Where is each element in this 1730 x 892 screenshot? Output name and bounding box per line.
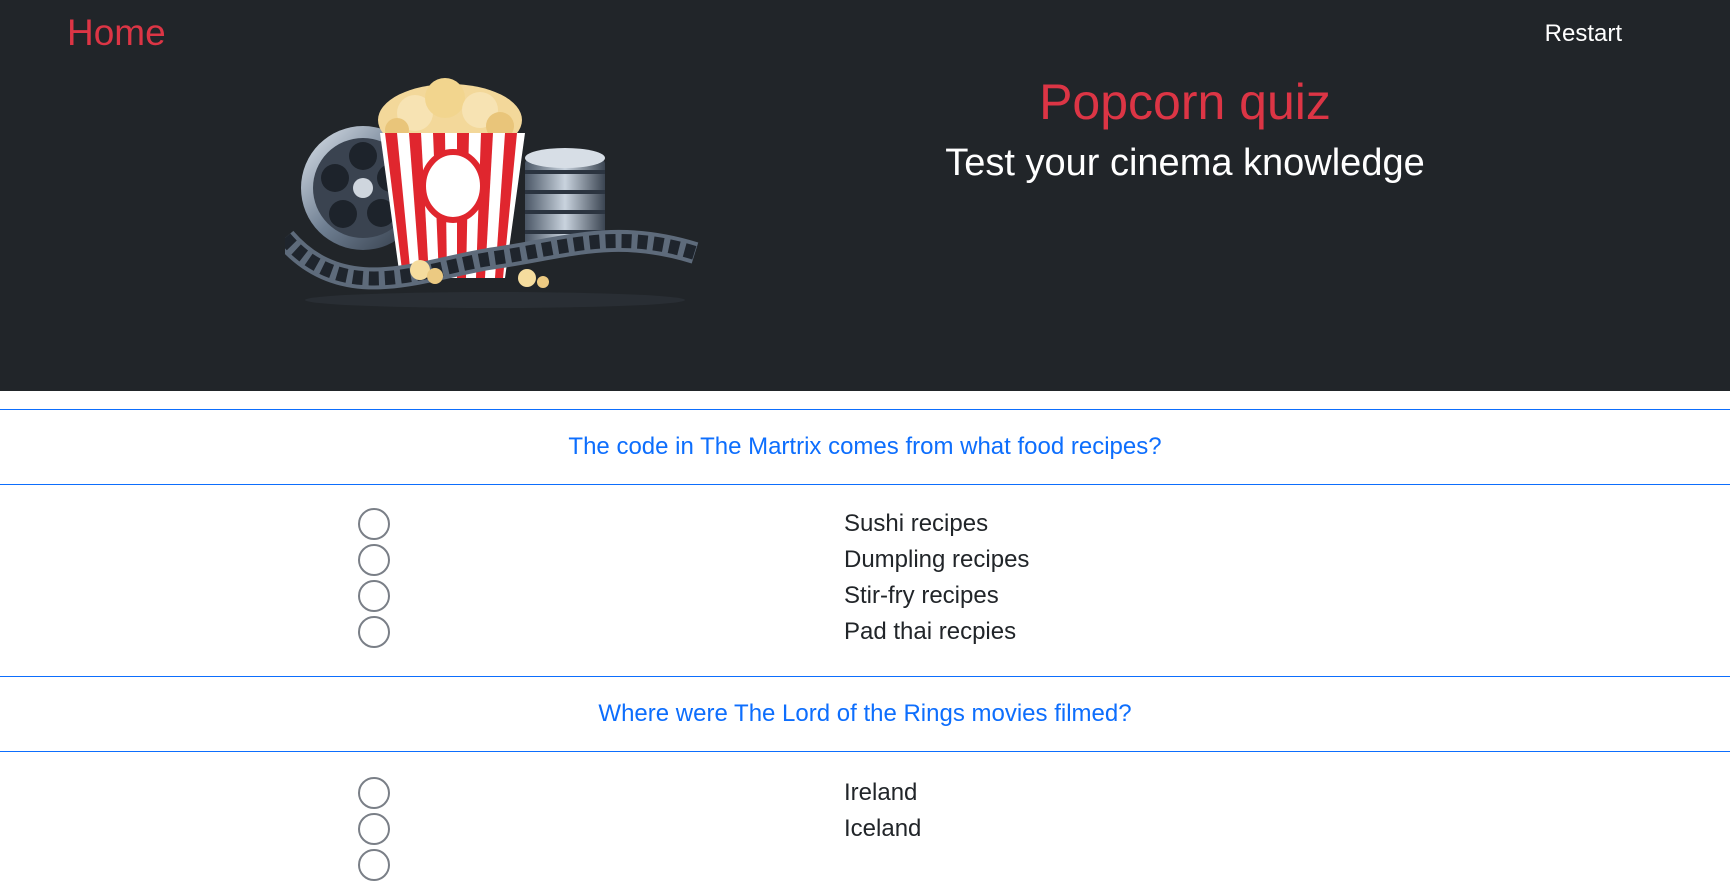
answer-option: Stir-fry recipes (0, 579, 1730, 615)
answer-label: Ireland (844, 779, 918, 806)
restart-button[interactable]: Restart (1545, 20, 1622, 48)
answer-label: Stir-fry recipes (844, 582, 999, 609)
question-text: Where were The Lord of the Rings movies … (0, 676, 1730, 752)
popcorn-film-reel-image (285, 78, 699, 308)
radio-button[interactable] (358, 616, 390, 648)
answer-option: Dumpling recipes (0, 543, 1730, 579)
answer-option (0, 848, 1730, 884)
quiz-container: The code in The Martrix comes from what … (0, 409, 1730, 892)
question-text: The code in The Martrix comes from what … (0, 409, 1730, 485)
answer-option: Ireland (0, 776, 1730, 812)
page-title: Popcorn quiz (1039, 74, 1331, 130)
nav-home-link[interactable]: Home (67, 12, 166, 54)
radio-button[interactable] (358, 849, 390, 881)
answer-option: Pad thai recpies (0, 615, 1730, 651)
answer-options: Ireland Iceland (0, 752, 1730, 892)
page-subtitle: Test your cinema knowledge (945, 142, 1425, 184)
answer-label: Sushi recipes (844, 510, 989, 537)
question-block: The code in The Martrix comes from what … (0, 409, 1730, 677)
radio-button[interactable] (358, 544, 390, 576)
answer-options: Sushi recipes Dumpling recipes Stir-fry … (0, 485, 1730, 677)
radio-button[interactable] (358, 508, 390, 540)
answer-label: Pad thai recpies (844, 618, 1017, 645)
radio-button[interactable] (358, 580, 390, 612)
answer-label: Iceland (844, 815, 922, 842)
radio-button[interactable] (358, 777, 390, 809)
radio-button[interactable] (358, 813, 390, 845)
answer-label: Dumpling recipes (844, 546, 1030, 573)
answer-option: Iceland (0, 812, 1730, 848)
site-header: Home Restart Popcorn quiz Test your cine… (0, 0, 1730, 391)
answer-option: Sushi recipes (0, 507, 1730, 543)
